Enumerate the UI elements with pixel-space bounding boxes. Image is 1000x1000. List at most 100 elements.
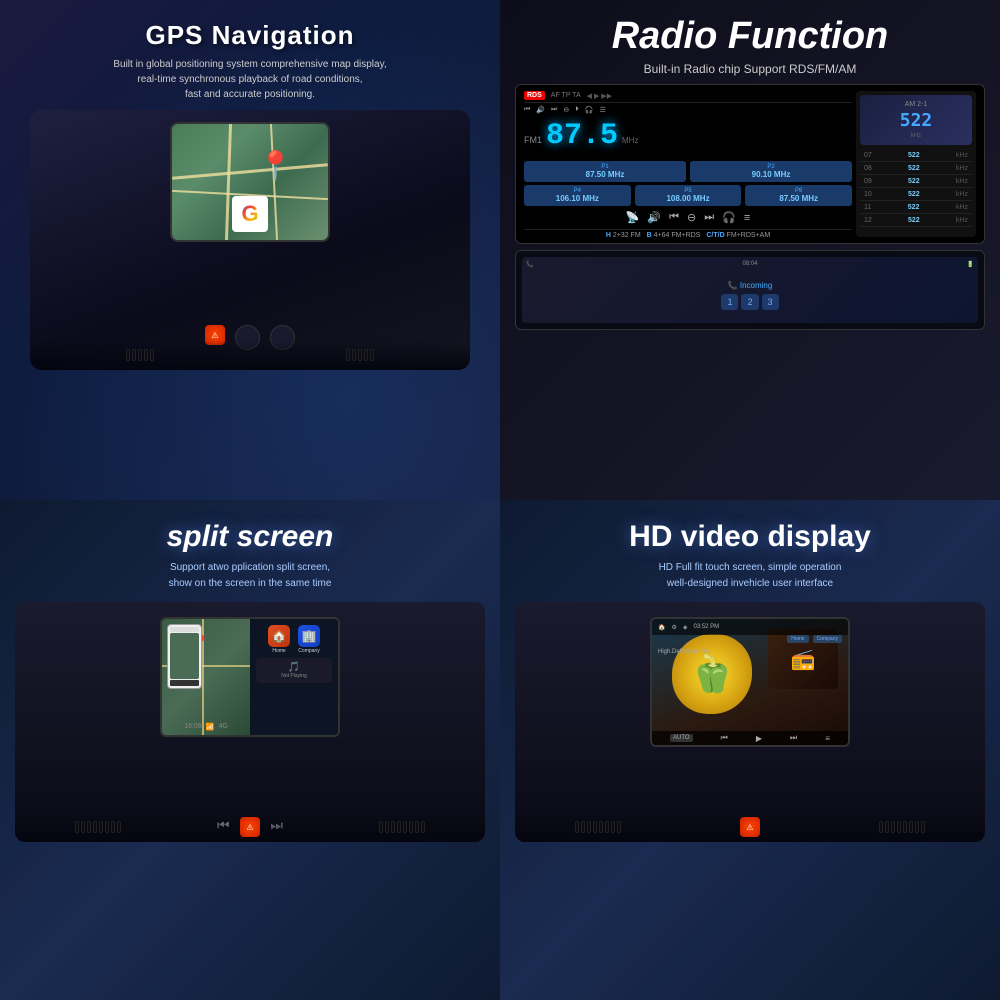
- preset-row-1: P1 87.50 MHz P2 90.10 MHz: [524, 161, 852, 182]
- radio-left-panel: RDS AF TP TA ◀ ▶ ▶▶ ⏮ 🔊 ⏭ ⊖ ⏵ 🎧 ☰: [524, 91, 852, 237]
- key-1[interactable]: 1: [721, 294, 738, 310]
- cast-icon: 📡: [626, 211, 640, 224]
- key-2[interactable]: 2: [741, 294, 758, 310]
- split-dashboard: 📍 16:08 📶: [15, 602, 485, 842]
- radio-list-10: 10 522 kHz: [860, 189, 972, 201]
- radio-list-08: 08 522 kHz: [860, 163, 972, 175]
- radio-right-panel: AM 2-1 522 kHz 07 522 kHz 08 522 kHz: [856, 91, 976, 237]
- split-screen-display: 📍 16:08 📶: [160, 617, 340, 737]
- app-company[interactable]: 🏢 Company: [298, 625, 320, 654]
- hd-forward-icon[interactable]: ⏭: [790, 733, 797, 743]
- vent-left: [126, 349, 154, 361]
- map-road: [225, 124, 232, 240]
- gps-dashboard: 📍 G ⚠: [30, 110, 470, 370]
- hd-rewind-icon[interactable]: ⏮: [721, 733, 728, 743]
- hd-car-container: 🫑 📻 🏠 ⚙ ◈ 03:52 PM H: [515, 602, 985, 842]
- hazard-split[interactable]: ⚠: [240, 817, 260, 837]
- radio-list-09: 09 522 kHz: [860, 176, 972, 188]
- radio-freq-display: FM1 87.5 MHz: [524, 117, 852, 155]
- google-g-letter: G: [232, 196, 268, 232]
- rds-badge: RDS: [524, 91, 545, 100]
- hd-screen-display: 🫑 📻 🏠 ⚙ ◈ 03:52 PM H: [650, 617, 850, 747]
- radio-car-image: AM 2-1 522 kHz: [860, 95, 972, 145]
- hd-eq-icon: ≡: [825, 734, 830, 743]
- hd-ui-overlay: 🏠 ⚙ ◈ 03:52 PM: [652, 619, 848, 635]
- vent-right-hd: [879, 821, 925, 833]
- preset-row-2: P4 106.10 MHz P5 108.00 MHz P6 87.50 MHz: [524, 185, 852, 206]
- preset-p2[interactable]: P2 90.10 MHz: [690, 161, 852, 182]
- radio-icon-row: 📡 🔊 ⏮ ⊖ ⏭ 🎧 ≡: [524, 209, 852, 226]
- home-app-icon: 🏠: [268, 625, 290, 647]
- split-dash-vents: ⚠: [15, 812, 485, 842]
- freq-unit: MHz: [622, 136, 638, 145]
- hd-dashboard: 🫑 📻 🏠 ⚙ ◈ 03:52 PM H: [515, 602, 985, 842]
- split-subtitle: Support atwo pplication split screen, sh…: [169, 560, 332, 592]
- not-playing: 🎵 Not Playing: [256, 658, 332, 683]
- phone-ui: 📞 08:04 🔋 📞 Incoming 1 2 3: [522, 257, 978, 323]
- hd-video-content: 🫑 📻 🏠 ⚙ ◈ 03:52 PM H: [652, 619, 848, 745]
- vent-right: [346, 349, 374, 361]
- home-app-label: Home: [272, 648, 285, 654]
- map-pin: 📍: [258, 149, 293, 182]
- vent-right-split: [379, 821, 425, 833]
- radio-subtitle: Built-in Radio chip Support RDS/FM/AM: [644, 62, 857, 76]
- gps-title: GPS Navigation: [145, 20, 354, 51]
- split-section: split screen Support atwo pplication spl…: [0, 500, 500, 1000]
- vent-left-hd: [575, 821, 621, 833]
- phone-screen-mini: [168, 625, 201, 688]
- radio-section: Radio Function Built-in Radio chip Suppo…: [500, 0, 1000, 500]
- hd-subtitle: HD Full fit touch screen, simple operati…: [659, 560, 842, 592]
- gps-interior: 📍 G ⚠: [30, 110, 470, 370]
- hd-dash-vents: ⚠: [515, 812, 985, 842]
- hd-section: HD video display HD Full fit touch scree…: [500, 500, 1000, 1000]
- freq-label: FM1: [524, 135, 542, 145]
- next-icon: ⏭: [704, 211, 714, 224]
- phone-keypad: 1 2 3: [721, 294, 778, 310]
- headphone-icon: 🎧: [722, 211, 736, 224]
- gps-car-container: 📍 G ⚠: [15, 110, 485, 370]
- radio-list-11: 11 522 kHz: [860, 202, 972, 214]
- tab-home[interactable]: Home: [787, 635, 808, 643]
- hd-ui-tabs: Home Company: [787, 635, 842, 643]
- split-car-container: 📍 16:08 📶: [15, 602, 485, 842]
- radio-spec-row: H 2+32 FM B 4+64 FM+RDS C/T/D FM+RDS+AM: [524, 229, 852, 241]
- radio-screens: RDS AF TP TA ◀ ▶ ▶▶ ⏮ 🔊 ⏭ ⊖ ⏵ 🎧 ☰: [515, 84, 985, 330]
- map-road: [270, 124, 278, 240]
- tab-company[interactable]: Company: [813, 635, 842, 643]
- pepper-image: 🫑: [672, 634, 752, 714]
- phone-main: 📞 Incoming 1 2 3: [526, 271, 974, 319]
- hd-title: HD video display: [629, 520, 871, 554]
- freq-number: 87.5: [546, 119, 618, 153]
- preset-p6[interactable]: P6 87.50 MHz: [745, 185, 852, 206]
- google-logo: G: [232, 196, 268, 232]
- phone-mini-bar: [170, 680, 199, 686]
- app-home[interactable]: 🏠 Home: [268, 625, 290, 654]
- key-3[interactable]: 3: [762, 294, 779, 310]
- prev-icon: ⏮: [669, 211, 679, 224]
- dash-vents: [30, 340, 470, 370]
- radio-top-bar: RDS AF TP TA ◀ ▶ ▶▶: [524, 91, 852, 103]
- preset-p5[interactable]: P5 108.00 MHz: [635, 185, 742, 206]
- radio-screen-secondary: 📞 08:04 🔋 📞 Incoming 1 2 3: [515, 250, 985, 330]
- split-left-panel: 📍 16:08 📶: [162, 619, 250, 735]
- radio-list-12: 12 522 kHz: [860, 215, 972, 227]
- map-road: [172, 164, 328, 181]
- phone-status-bar: [170, 627, 199, 632]
- radio-title: Radio Function: [612, 15, 889, 58]
- company-app-icon: 🏢: [298, 625, 320, 647]
- minus-icon: ⊖: [687, 211, 696, 224]
- split-right-panel: 🏠 Home 🏢 Company 🎵 Not Playing: [250, 619, 338, 735]
- spec-h: H 2+32 FM: [606, 232, 641, 239]
- preset-p4[interactable]: P4 106.10 MHz: [524, 185, 631, 206]
- radio-buttons-row: ⏮ 🔊 ⏭ ⊖ ⏵ 🎧 ☰: [524, 106, 852, 114]
- gps-section: GPS Navigation Built in global positioni…: [0, 0, 500, 500]
- company-app-label: Company: [298, 648, 319, 654]
- hazard-hd[interactable]: ⚠: [740, 817, 760, 837]
- spec-c: C/T/D FM+RDS+AM: [706, 232, 770, 239]
- preset-p1[interactable]: P1 87.50 MHz: [524, 161, 686, 182]
- gps-subtitle: Built in global positioning system compr…: [113, 57, 386, 102]
- hd-play-icon[interactable]: ▶: [756, 734, 762, 743]
- eq-icon: ≡: [744, 212, 750, 224]
- vent-left-split: [75, 821, 121, 833]
- phone-mini-map: [170, 633, 199, 679]
